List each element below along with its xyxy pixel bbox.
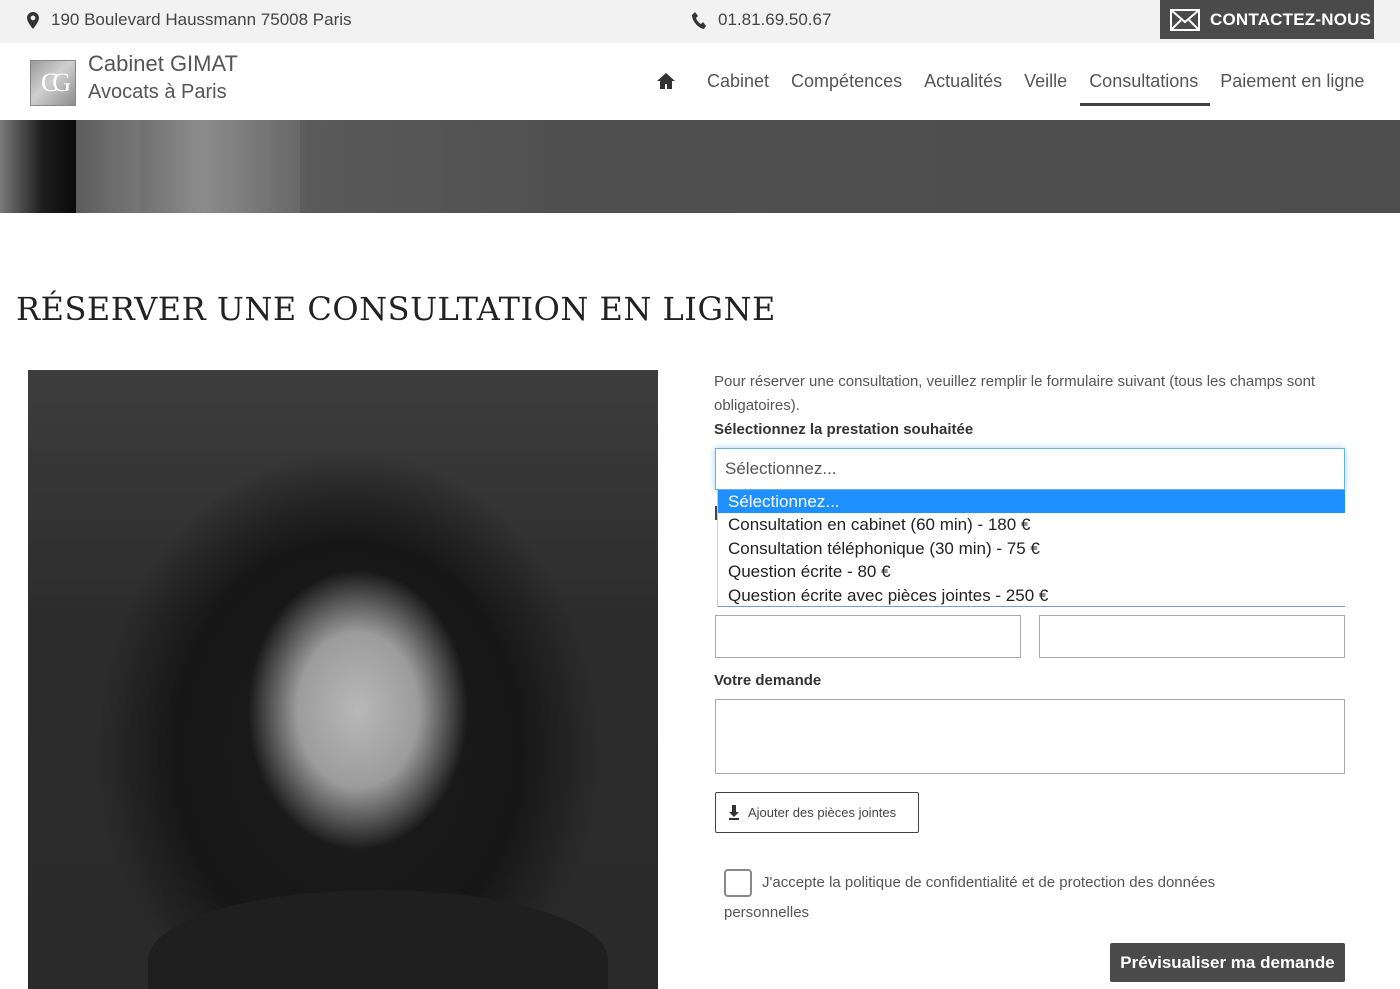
nav-item-consultations[interactable]: Consultations: [1078, 69, 1211, 106]
brand-tagline: Avocats à Paris: [88, 81, 227, 103]
site-header: CG Cabinet GIMAT Avocats à Paris Cabinet…: [0, 43, 1400, 120]
attach-button[interactable]: Ajouter des pièces jointes: [715, 792, 919, 833]
top-bar: 190 Boulevard Haussmann 75008 Paris 01.8…: [0, 0, 1400, 43]
consent-label[interactable]: J'accepte la politique de confidentialit…: [724, 868, 1284, 928]
phone[interactable]: 01.81.69.50.67: [692, 10, 831, 30]
service-option[interactable]: Question écrite avec pièces jointes - 25…: [718, 584, 1345, 607]
map-pin-icon: [27, 11, 39, 29]
hero-panel: [140, 120, 300, 213]
form-intro: Pour réserver une consultation, veuillez…: [714, 373, 1316, 414]
service-option[interactable]: Consultation téléphonique (30 min) - 75 …: [718, 537, 1345, 560]
service-option[interactable]: Sélectionnez...: [718, 490, 1345, 514]
home-icon[interactable]: [656, 71, 676, 91]
nav-item-actualites[interactable]: Actualités: [913, 69, 1013, 93]
contact-button[interactable]: CONTACTEZ-NOUS: [1160, 0, 1374, 39]
download-icon: [729, 804, 739, 820]
nav-item-veille[interactable]: Veille: [1013, 69, 1078, 93]
logo[interactable]: CG: [30, 60, 76, 106]
address: 190 Boulevard Haussmann 75008 Paris: [27, 10, 352, 30]
service-label: Sélectionnez la prestation souhaitée: [714, 421, 974, 438]
last-name-field[interactable]: [1039, 615, 1345, 658]
service-option[interactable]: Consultation en cabinet (60 min) - 180 €: [718, 513, 1345, 536]
page-title: RÉSERVER UNE CONSULTATION EN LIGNE: [16, 290, 776, 328]
attach-label: Ajouter des pièces jointes: [748, 805, 897, 820]
lawyer-portrait: [28, 370, 658, 989]
service-select[interactable]: Sélectionnez...: [715, 448, 1345, 490]
request-label: Votre demande: [714, 672, 822, 689]
preview-button[interactable]: Prévisualiser ma demande: [1110, 943, 1345, 982]
address-text: 190 Boulevard Haussmann 75008 Paris: [51, 10, 352, 29]
nav-item-paiement[interactable]: Paiement en ligne: [1209, 69, 1375, 93]
portrait-shoulders: [148, 890, 608, 989]
request-textarea[interactable]: [715, 699, 1345, 774]
nav-item-cabinet[interactable]: Cabinet: [696, 69, 780, 93]
first-name-field[interactable]: [715, 615, 1021, 658]
brand-name[interactable]: Cabinet GIMAT: [88, 51, 238, 77]
hero-banner: [0, 120, 1400, 213]
hero-curtain: [0, 120, 76, 213]
envelope-icon: [1170, 8, 1200, 31]
phone-icon: [692, 11, 706, 29]
main-nav: Cabinet Compétences Actualités Veille Co…: [656, 69, 1375, 106]
contact-label: CONTACTEZ-NOUS: [1210, 9, 1372, 29]
service-dropdown[interactable]: Sélectionnez... Consultation en cabinet …: [717, 490, 1345, 607]
logo-text: CG: [40, 68, 71, 97]
nav-item-competences[interactable]: Compétences: [780, 69, 913, 93]
service-option[interactable]: Question écrite - 80 €: [718, 560, 1345, 583]
phone-text[interactable]: 01.81.69.50.67: [718, 10, 831, 30]
